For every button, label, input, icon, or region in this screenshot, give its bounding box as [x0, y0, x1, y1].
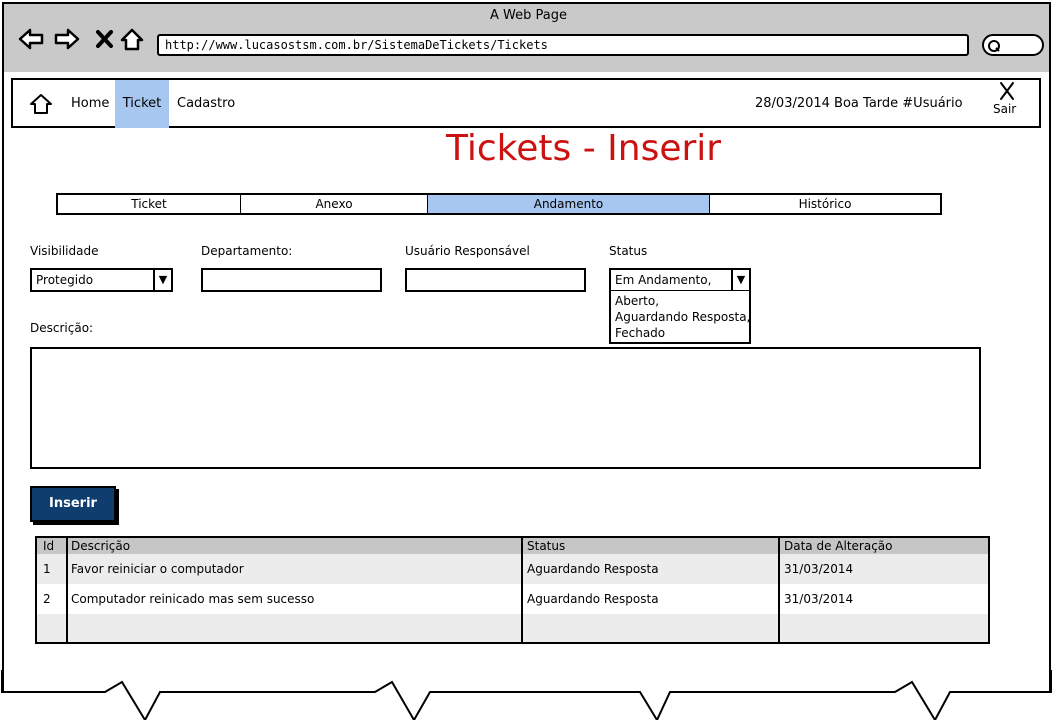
visibilidade-label: Visibilidade: [30, 244, 99, 258]
tab-anexo[interactable]: Anexo: [241, 195, 428, 213]
usuario-responsavel-field[interactable]: [405, 268, 586, 292]
andamento-table: Id Descrição Status Data de Alteração 1 …: [35, 536, 990, 644]
window-frame-right: [1049, 72, 1051, 692]
table-cell-status: Aguardando Resposta: [527, 562, 659, 576]
table-cell-data: 31/03/2014: [784, 592, 854, 606]
column-divider: [66, 538, 68, 642]
column-divider: [521, 538, 523, 642]
page-title: Tickets - Inserir: [446, 128, 722, 169]
tab-historico[interactable]: Histórico: [710, 195, 940, 213]
tab-bar: Ticket Anexo Andamento Histórico: [56, 193, 942, 215]
app-navbar: Home Ticket Cadastro 28/03/2014 Boa Tard…: [11, 78, 1041, 128]
departamento-field[interactable]: [201, 268, 382, 292]
table-cell-descricao: Favor reiniciar o computador: [71, 562, 244, 576]
forward-icon[interactable]: [53, 26, 81, 52]
date-greeting: 28/03/2014 Boa Tarde #Usuário: [755, 96, 963, 111]
visibilidade-value: Protegido: [36, 273, 94, 287]
table-row[interactable]: 1 Favor reiniciar o computador Aguardand…: [37, 554, 988, 584]
table-header: Id Descrição Status Data de Alteração: [37, 538, 988, 554]
url-bar[interactable]: http://www.lucasostsm.com.br/SistemaDeTi…: [157, 34, 969, 56]
table-cell-status: Aguardando Resposta: [527, 592, 659, 606]
table-cell-data: 31/03/2014: [784, 562, 854, 576]
table-cell-id: 1: [43, 562, 51, 576]
back-icon[interactable]: [17, 26, 45, 52]
window-title: A Web Page: [490, 8, 567, 23]
window-frame-left: [2, 72, 4, 692]
table-row-empty[interactable]: [37, 614, 988, 642]
column-header-descricao: Descrição: [71, 539, 131, 553]
chevron-down-icon[interactable]: ▼: [731, 270, 749, 290]
status-select[interactable]: Em Andamento, ▼: [609, 268, 751, 292]
status-value: Em Andamento,: [615, 273, 712, 287]
home-icon[interactable]: [118, 26, 146, 52]
home-icon[interactable]: [29, 92, 53, 116]
column-divider: [778, 538, 780, 642]
column-header-status: Status: [527, 539, 566, 553]
visibilidade-select[interactable]: Protegido ▼: [30, 268, 173, 292]
status-label: Status: [609, 244, 648, 258]
search-icon: [988, 40, 1000, 52]
table-row[interactable]: 2 Computador reinicado mas sem sucesso A…: [37, 584, 988, 614]
status-dropdown-list: Aberto, Aguardando Resposta, Fechado: [609, 290, 751, 344]
status-option-aguardando[interactable]: Aguardando Resposta,: [615, 309, 749, 325]
browser-search-field[interactable]: [982, 34, 1044, 56]
departamento-label: Departamento:: [201, 244, 293, 258]
tab-andamento[interactable]: Andamento: [428, 195, 710, 213]
table-cell-id: 2: [43, 592, 51, 606]
nav-item-home[interactable]: Home: [65, 80, 115, 128]
descricao-textarea[interactable]: [30, 347, 981, 469]
logout-button[interactable]: Sair: [993, 102, 1016, 116]
column-header-id: Id: [43, 539, 55, 553]
inserir-button[interactable]: Inserir: [30, 486, 116, 522]
usuario-responsavel-label: Usuário Responsável: [405, 244, 530, 258]
tab-ticket[interactable]: Ticket: [58, 195, 241, 213]
nav-item-ticket[interactable]: Ticket: [115, 80, 169, 128]
table-cell-descricao: Computador reinicado mas sem sucesso: [71, 592, 315, 606]
column-header-data: Data de Alteração: [784, 539, 893, 553]
status-option-fechado[interactable]: Fechado: [615, 325, 745, 341]
browser-chrome: A Web Page http://www.lucasostsm.com.br/…: [2, 2, 1051, 72]
stop-icon[interactable]: [91, 26, 119, 52]
torn-page-edge: [0, 670, 1052, 720]
chevron-down-icon[interactable]: ▼: [153, 270, 171, 290]
descricao-label: Descrição:: [30, 321, 94, 335]
nav-item-cadastro[interactable]: Cadastro: [171, 80, 241, 128]
status-option-aberto[interactable]: Aberto,: [615, 293, 745, 309]
close-icon[interactable]: [998, 81, 1016, 101]
